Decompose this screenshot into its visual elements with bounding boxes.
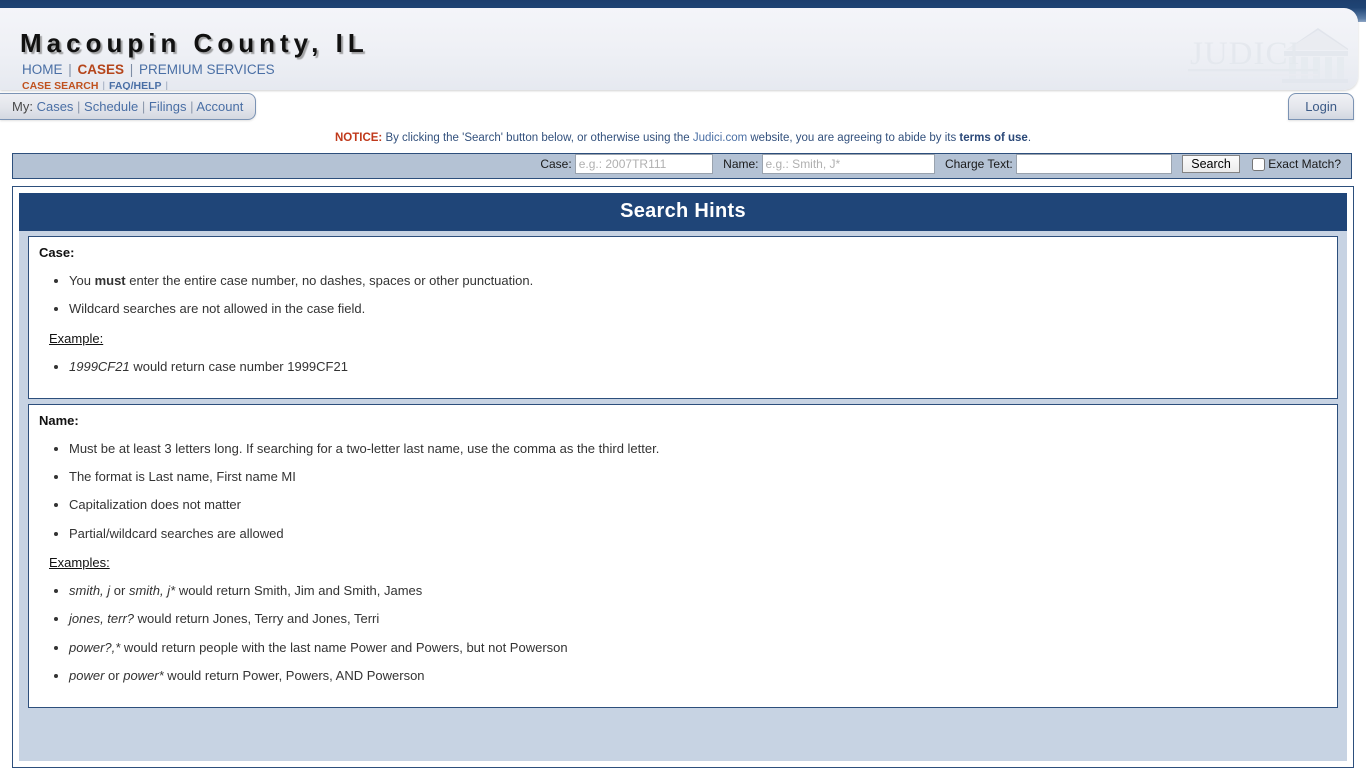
list-item: 1999CF21 would return case number 1999CF… xyxy=(69,359,1327,374)
hints-container: Search Hints Case: You must enter the en… xyxy=(19,193,1347,761)
tab-separator: | xyxy=(73,99,85,114)
terms-notice: NOTICE: By clicking the 'Search' button … xyxy=(0,132,1366,144)
notice-text-3: . xyxy=(1027,132,1032,144)
name-hints-block: Name: Must be at least 3 letters long. I… xyxy=(28,403,1338,709)
content-panel: Search Hints Case: You must enter the en… xyxy=(12,186,1354,768)
case-hints-list: You must enter the entire case number, n… xyxy=(43,273,1327,317)
nav-faq-help[interactable]: FAQ/HELP xyxy=(109,80,162,90)
notice-text-2: website, you are agreeing to abide by it… xyxy=(747,132,960,144)
tab-separator: | xyxy=(138,99,149,114)
case-field-label: Case: xyxy=(540,157,572,171)
exact-match-group: Exact Match? xyxy=(1252,156,1341,172)
case-hints-heading: Case: xyxy=(39,245,75,260)
notice-text-1: By clicking the 'Search' button below, o… xyxy=(382,132,693,144)
tab-separator: | xyxy=(186,99,197,114)
case-hints-block: Case: You must enter the entire case num… xyxy=(28,236,1338,399)
list-item: power or power* would return Power, Powe… xyxy=(69,668,1327,683)
name-field-label: Name: xyxy=(723,157,759,171)
charge-text-field-label: Charge Text: xyxy=(944,157,1013,171)
my-tabs-label: My: xyxy=(12,99,33,114)
my-tab-account[interactable]: Account xyxy=(196,99,243,114)
search-hints-title: Search Hints xyxy=(19,193,1347,231)
name-examples-list: smith, j or smith, j* would return Smith… xyxy=(43,583,1327,683)
nav-premium-services[interactable]: PREMIUM SERVICES xyxy=(139,62,275,77)
nav-separator: | xyxy=(126,62,138,77)
nav-cases[interactable]: CASES xyxy=(78,62,125,77)
secondary-nav: CASE SEARCH | FAQ/HELP | xyxy=(22,80,169,90)
list-item: Partial/wildcard searches are allowed xyxy=(69,526,1327,541)
search-button[interactable]: Search xyxy=(1182,155,1240,173)
my-tab-schedule[interactable]: Schedule xyxy=(84,99,138,114)
nav-separator: | xyxy=(99,80,108,90)
exact-match-checkbox[interactable] xyxy=(1252,158,1266,172)
my-tab-filings[interactable]: Filings xyxy=(149,99,187,114)
my-tabs-bar: My: Cases | Schedule | Filings | Account xyxy=(0,93,257,120)
name-hints-heading: Name: xyxy=(39,412,79,428)
case-examples-list: 1999CF21 would return case number 1999CF… xyxy=(43,359,1327,374)
terms-of-use-link[interactable]: terms of use xyxy=(959,132,1027,144)
site-header: Macoupin County, IL HOME | CASES | PREMI… xyxy=(0,8,1358,90)
list-item: Capitalization does not matter xyxy=(69,498,1327,513)
name-search-input[interactable] xyxy=(761,154,935,174)
nav-home[interactable]: HOME xyxy=(22,62,63,77)
judici-logo: JUDICI xyxy=(1188,28,1348,83)
nav-separator: | xyxy=(64,62,76,77)
name-hints-list: Must be at least 3 letters long. If sear… xyxy=(43,441,1327,541)
list-item: power?,* would return people with the la… xyxy=(69,640,1327,655)
exact-match-label: Exact Match? xyxy=(1268,156,1341,171)
my-tab-cases[interactable]: Cases xyxy=(37,99,74,114)
list-item: jones, terr? would return Jones, Terry a… xyxy=(69,612,1327,627)
name-example-label: Examples: xyxy=(49,555,110,571)
primary-nav: HOME | CASES | PREMIUM SERVICES xyxy=(22,62,275,77)
page-title: Macoupin County, IL xyxy=(20,28,369,58)
list-item: Wildcard searches are not allowed in the… xyxy=(69,301,1327,316)
notice-label: NOTICE: xyxy=(334,132,383,144)
list-item: Must be at least 3 letters long. If sear… xyxy=(69,441,1327,456)
list-item: The format is Last name, First name MI xyxy=(69,469,1327,484)
login-button[interactable]: Login xyxy=(1288,93,1354,120)
nav-case-search[interactable]: CASE SEARCH xyxy=(22,80,98,90)
judici-wordmark: JUDICI xyxy=(1190,36,1301,72)
nav-separator: | xyxy=(162,80,169,90)
case-example-label: Example: xyxy=(49,330,104,346)
list-item: You must enter the entire case number, n… xyxy=(69,273,1327,288)
judici-site-link[interactable]: Judici.com xyxy=(693,132,747,144)
case-search-input[interactable] xyxy=(574,154,713,174)
list-item: smith, j or smith, j* would return Smith… xyxy=(69,583,1327,598)
charge-text-input[interactable] xyxy=(1015,154,1172,174)
search-bar: Case: Name: Charge Text: Search Exact Ma… xyxy=(12,153,1352,179)
